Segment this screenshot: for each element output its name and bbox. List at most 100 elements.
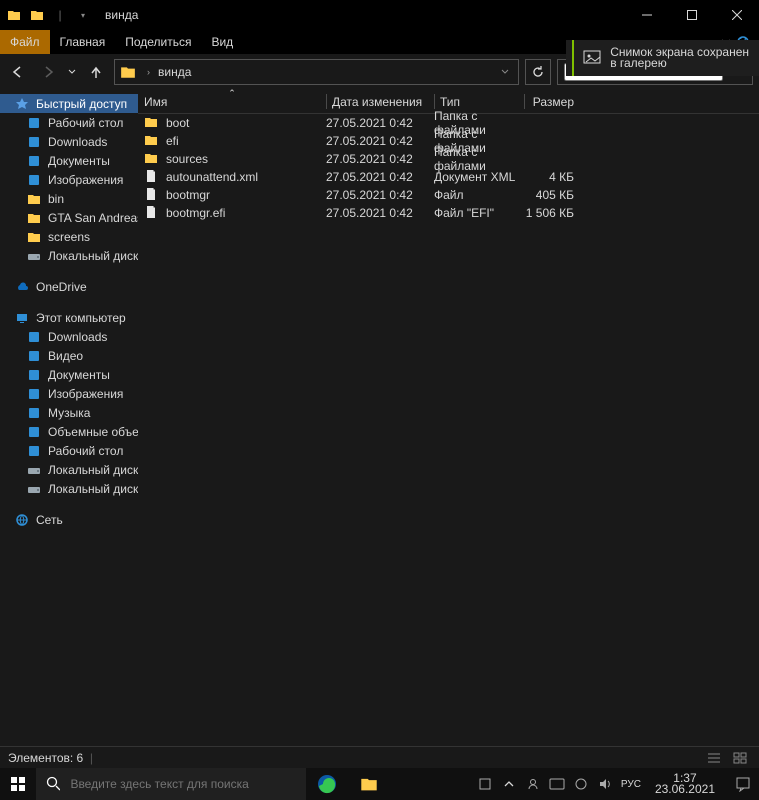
sidebar-item-label: Локальный диск (C:) [48,463,138,477]
drive-icon [26,481,42,497]
ribbon-tab-view[interactable]: Вид [201,30,243,54]
chevron-right-icon: › [147,67,150,77]
forward-button[interactable] [36,60,60,84]
tray-volume-icon[interactable] [597,776,613,792]
tray-chevron-up-icon[interactable] [501,776,517,792]
taskbar-app-explorer[interactable] [348,768,390,800]
sidebar-pc-item[interactable]: Музыка [0,403,138,422]
sidebar-pc-item[interactable]: Объемные объекты [0,422,138,441]
start-button[interactable] [0,768,36,800]
address-bar[interactable]: › винда [114,59,519,85]
3d-icon [26,424,42,440]
file-row[interactable]: sources27.05.2021 0:42Папка с файлами [138,150,759,168]
folder-icon [26,229,42,245]
sidebar-item-label: Downloads [48,330,107,344]
tray-keyboard-icon[interactable] [549,776,565,792]
sidebar-this-pc[interactable]: Этот компьютер [0,308,138,327]
sidebar-item-label: Локальный диск (D:) [48,249,138,263]
download-icon [26,329,42,345]
tray-app-icon[interactable] [477,776,493,792]
file-type: Папка с файлами [434,145,524,173]
view-thumbnails-button[interactable] [729,749,751,767]
file-row[interactable]: bootmgr27.05.2021 0:42Файл405 КБ [138,186,759,204]
file-row[interactable]: bootmgr.efi27.05.2021 0:42Файл "EFI"1 50… [138,204,759,222]
column-name[interactable]: ⌃Имя [138,90,326,113]
file-name: bootmgr.efi [166,206,225,220]
sidebar-pc-item[interactable]: Рабочий стол [0,441,138,460]
download-icon [26,134,42,150]
ribbon-tab-view-label: Вид [211,35,233,49]
close-button[interactable] [714,0,759,30]
sidebar-pc-item[interactable]: Локальный диск (C:) [0,460,138,479]
breadcrumb-root[interactable]: › [141,60,154,84]
tray-clock[interactable]: 1:37 23.06.2021 [649,773,721,795]
sidebar-pc-item[interactable]: Downloads [0,327,138,346]
taskbar-search-input[interactable] [70,777,296,791]
sidebar-quick-access[interactable]: Быстрый доступ [0,94,138,113]
doc-icon [26,153,42,169]
toast-gallery-icon [582,47,602,70]
refresh-button[interactable] [525,59,551,85]
network-icon [14,512,30,528]
sidebar-pc-item[interactable]: Изображения [0,384,138,403]
column-size[interactable]: Размер [524,90,580,113]
folder-icon [144,115,160,131]
file-row[interactable]: autounattend.xml27.05.2021 0:42Документ … [138,168,759,186]
back-button[interactable] [6,60,30,84]
file-name: bootmgr [166,188,210,202]
tray-language[interactable]: РУС [621,776,641,792]
window-folder-icon [6,7,22,23]
sidebar-qa-item[interactable]: screens [0,227,138,246]
sidebar-onedrive[interactable]: OneDrive [0,277,138,296]
minimize-button[interactable] [624,0,669,30]
toast-accent-bar [572,40,574,76]
column-type[interactable]: Тип [434,90,524,113]
system-tray: РУС 1:37 23.06.2021 [475,768,759,800]
ribbon-tab-home-label: Главная [60,35,106,49]
qat-dropdown-icon[interactable]: ▾ [75,7,91,23]
sidebar-qa-item[interactable]: Рабочий стол [0,113,138,132]
sidebar-qa-item[interactable]: bin [0,189,138,208]
content-area: Быстрый доступ Рабочий столDownloadsДоку… [0,90,759,746]
drive-icon [26,462,42,478]
cloud-icon [14,279,30,295]
file-type: Документ XML [434,170,524,184]
up-button[interactable] [84,60,108,84]
recent-dropdown[interactable] [66,60,78,84]
sidebar-pc-item[interactable]: Видео [0,346,138,365]
drive-icon [26,248,42,264]
column-size-label: Размер [533,95,574,109]
sidebar-network[interactable]: Сеть [0,510,138,529]
sidebar-qa-item[interactable]: Изображения [0,170,138,189]
qat-folder-icon[interactable] [29,7,45,23]
sidebar-qa-item[interactable]: Документы [0,151,138,170]
ribbon-tab-share[interactable]: Поделиться [115,30,201,54]
sidebar-item-label: Видео [48,349,83,363]
qat-divider-icon: | [52,7,68,23]
column-type-label: Тип [440,95,460,109]
screenshot-toast[interactable]: Снимок экрана сохранен в галерею [566,40,759,76]
desktop-icon [26,443,42,459]
sidebar-qa-item[interactable]: GTA San Andreas [0,208,138,227]
sidebar-pc-item[interactable]: Документы [0,365,138,384]
tray-notifications[interactable] [729,776,757,792]
sidebar: Быстрый доступ Рабочий столDownloadsДоку… [0,90,138,746]
music-icon [26,405,42,421]
taskbar-search[interactable] [36,768,306,800]
address-dropdown[interactable] [492,68,518,76]
tray-people-icon[interactable] [525,776,541,792]
folder-icon [26,210,42,226]
maximize-button[interactable] [669,0,714,30]
breadcrumb-item[interactable]: винда [154,60,195,84]
column-date[interactable]: Дата изменения [326,90,434,113]
view-details-button[interactable] [703,749,725,767]
taskbar-app-edge[interactable] [306,768,348,800]
sidebar-pc-item[interactable]: Локальный диск (D:) [0,479,138,498]
ribbon-tab-share-label: Поделиться [125,35,191,49]
ribbon-tab-home[interactable]: Главная [50,30,116,54]
sidebar-qa-item[interactable]: Downloads [0,132,138,151]
address-folder-icon [115,64,141,80]
tray-network-icon[interactable] [573,776,589,792]
ribbon-tab-file[interactable]: Файл [0,30,50,54]
sidebar-qa-item[interactable]: Локальный диск (D:) [0,246,138,265]
